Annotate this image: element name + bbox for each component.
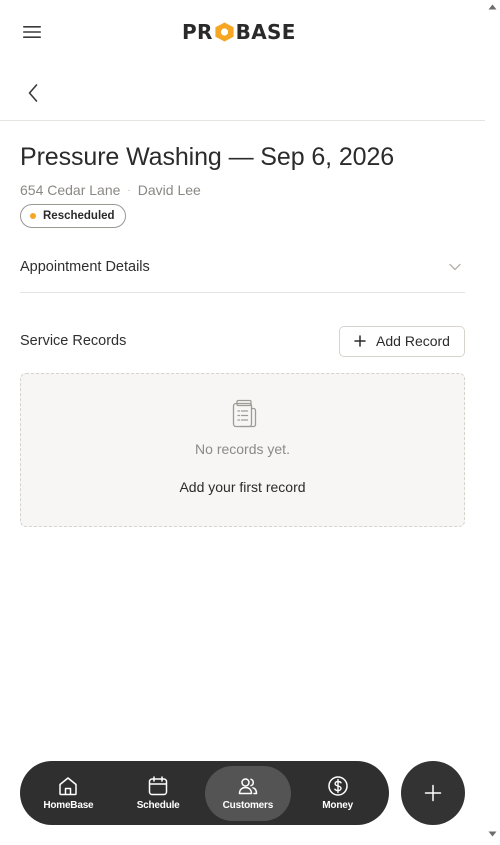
nav-label-customers: Customers [222,800,274,811]
home-icon [57,775,79,797]
status-dot [30,213,36,219]
hamburger-icon [23,26,41,38]
add-record-button[interactable]: Add Record [339,325,465,357]
probase-logo[interactable]: PR BASE [182,21,296,43]
address-text: 654 Cedar Lane [20,182,121,198]
nav-item-schedule[interactable]: Schedule [115,766,202,821]
calendar-icon [147,775,169,797]
dollar-icon [327,775,349,797]
top-bar: PR BASE [0,0,485,62]
plus-icon [424,784,442,802]
scroll-down-arrow-icon[interactable] [488,831,497,837]
meta-separator: · [127,184,131,196]
nav-item-customers[interactable]: Customers [204,765,292,821]
nav-label-money: Money [322,800,353,811]
empty-message: No records yet. [195,441,290,457]
add-first-record-link[interactable]: Add your first record [21,479,464,495]
bottom-navigation: HomeBase Schedule Customers Money [20,761,389,825]
appointment-details-accordion[interactable]: Appointment Details [20,245,465,293]
page-title: Pressure Washing — Sep 6, 2026 [20,143,395,171]
nav-label-homebase: HomeBase [43,800,94,811]
chevron-down-icon [449,263,461,270]
status-label: Rescheduled [43,210,115,222]
back-button[interactable] [22,82,44,104]
users-icon [237,775,259,797]
clipboard-list-icon [232,399,257,428]
status-badge: Rescheduled [20,204,126,228]
nav-label-schedule: Schedule [136,800,180,811]
logo-hexagon-icon [215,22,234,42]
chevron-left-icon [28,84,38,102]
viewport: PR BASE Pressure Washing — Sep 6, 2026 6… [0,0,485,845]
scroll-up-arrow-icon[interactable] [488,4,497,10]
back-bar [0,62,485,121]
plus-icon [354,335,366,347]
service-records-empty-state: No records yet. Add your first record [20,373,465,527]
appointment-details-label: Appointment Details [20,258,150,275]
add-record-label: Add Record [376,333,450,349]
service-records-header: Service Records Add Record [20,325,465,357]
appointment-meta: 654 Cedar Lane · David Lee [20,182,201,198]
customer-name: David Lee [137,182,201,198]
hamburger-menu-button[interactable] [20,20,44,44]
service-records-label: Service Records [20,333,127,349]
logo-text-right: BASE [235,20,296,44]
logo-text-left: PR [182,20,213,44]
nav-item-homebase[interactable]: HomeBase [25,766,112,821]
nav-item-money[interactable]: Money [294,766,381,821]
create-fab-button[interactable] [401,761,465,825]
page-scrollbar[interactable] [485,0,500,845]
